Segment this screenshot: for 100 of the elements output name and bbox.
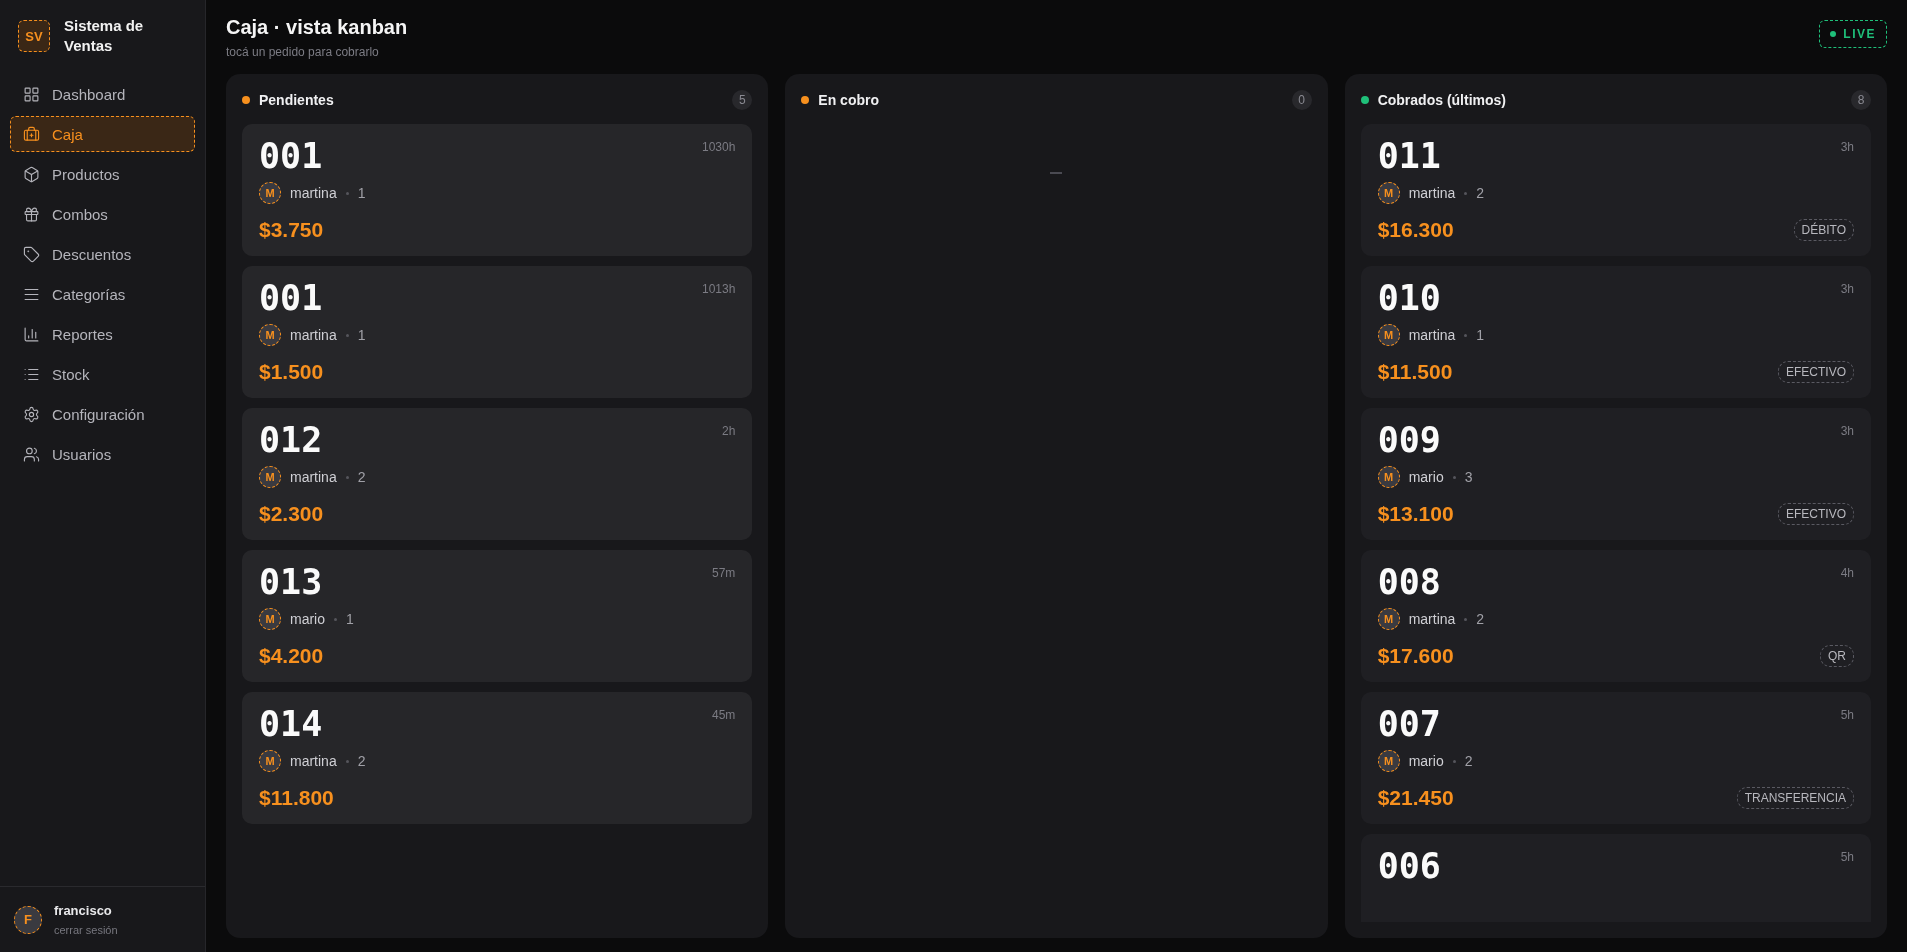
- settings-icon: [23, 405, 40, 423]
- separator-dot: [345, 333, 349, 337]
- item-count: 2: [357, 753, 366, 769]
- order-card[interactable]: 012 2h M martina 2 $2.300: [242, 408, 753, 540]
- nav-label: Reportes: [52, 325, 113, 343]
- brand-logo: SV: [18, 20, 50, 52]
- waiter-avatar: M: [1377, 466, 1400, 488]
- nav-item[interactable]: Descuentos: [10, 236, 195, 272]
- order-age: 2h: [721, 424, 736, 438]
- nav-item[interactable]: Dashboard: [10, 76, 195, 112]
- item-count: 1: [357, 185, 366, 201]
- nav-label: Productos: [52, 165, 120, 183]
- order-card[interactable]: 011 3h M martina 2 $16.300 DÉBITO: [1360, 124, 1871, 256]
- users-icon: [23, 445, 40, 463]
- separator-dot: [1464, 617, 1468, 621]
- live-badge: LIVE: [1819, 20, 1887, 48]
- order-card[interactable]: 001 1013h M martina 1 $1.500: [242, 266, 753, 398]
- waiter-name: martina: [1408, 327, 1456, 343]
- order-number: 010: [1377, 278, 1441, 318]
- waiter-name: mario: [1408, 753, 1444, 769]
- nav-item[interactable]: Caja: [10, 116, 195, 152]
- order-total: $4.200: [259, 644, 324, 668]
- order-total: $21.450: [1377, 786, 1454, 810]
- nav-label: Caja: [52, 125, 83, 143]
- order-total: $1.500: [259, 360, 324, 384]
- waiter-avatar: M: [1377, 750, 1400, 772]
- separator-dot: [1464, 333, 1468, 337]
- nav-item[interactable]: Combos: [10, 196, 195, 232]
- order-total: $13.100: [1377, 502, 1454, 526]
- waiter-avatar: M: [1377, 324, 1400, 346]
- tag-icon: [23, 245, 40, 263]
- item-count: 1: [346, 611, 354, 627]
- order-card[interactable]: 010 3h M martina 1 $11.500 EFECTIVO: [1360, 266, 1871, 398]
- order-age: 3h: [1840, 282, 1854, 296]
- waiter-name: mario: [290, 611, 325, 627]
- order-number: 001: [259, 278, 323, 318]
- separator-dot: [1452, 475, 1456, 479]
- empty-placeholder-line: [1050, 172, 1063, 174]
- order-total: $2.300: [259, 502, 324, 526]
- order-total: $3.750: [259, 218, 324, 242]
- waiter-avatar: M: [1377, 608, 1400, 630]
- logout-link[interactable]: cerrar sesión: [54, 924, 118, 936]
- order-number: 009: [1377, 420, 1441, 460]
- nav-item[interactable]: Stock: [10, 356, 195, 392]
- nav-label: Categorías: [52, 285, 126, 303]
- page-subtitle: tocá un pedido para cobrarlo: [226, 45, 380, 59]
- waiter-avatar: M: [259, 608, 281, 630]
- order-number: 007: [1377, 704, 1441, 744]
- separator-dot: [1464, 191, 1468, 195]
- item-count: 2: [1476, 185, 1485, 201]
- waiter-avatar: M: [259, 750, 281, 772]
- separator-dot: [345, 759, 349, 763]
- order-card[interactable]: 006 5h: [1360, 834, 1871, 922]
- order-total: $16.300: [1377, 218, 1454, 242]
- item-count: 1: [357, 327, 366, 343]
- nav-item[interactable]: Reportes: [10, 316, 195, 352]
- order-number: 011: [1377, 136, 1441, 176]
- order-card[interactable]: 007 5h M mario 2 $21.450 TRANSFERENCIA: [1360, 692, 1871, 824]
- box-icon: [23, 165, 40, 183]
- separator-dot: [1452, 759, 1456, 763]
- order-card[interactable]: 014 45m M martina 2 $11.800: [242, 692, 753, 824]
- nav-item[interactable]: Configuración: [10, 396, 195, 432]
- order-card[interactable]: 009 3h M mario 3 $13.100 EFECTIVO: [1360, 408, 1871, 540]
- order-total: $11.500: [1377, 360, 1453, 384]
- bar-chart-icon: [23, 325, 40, 343]
- item-count: 2: [357, 469, 366, 485]
- column-title: En cobro: [818, 92, 880, 108]
- nav-item[interactable]: Categorías: [10, 276, 195, 312]
- order-age: 4h: [1840, 566, 1854, 580]
- item-count: 2: [1476, 611, 1485, 627]
- item-count: 1: [1476, 327, 1485, 343]
- page-title: Caja · vista kanban: [226, 16, 408, 39]
- brand-name: Sistema de Ventas: [64, 16, 145, 56]
- waiter-avatar: M: [259, 182, 281, 204]
- item-count: 3: [1464, 469, 1473, 485]
- user-name: francisco: [54, 903, 113, 918]
- nav-item[interactable]: Productos: [10, 156, 195, 192]
- column-count: 5: [732, 90, 753, 110]
- nav-label: Dashboard: [52, 85, 126, 103]
- waiter-name: mario: [1408, 469, 1444, 485]
- waiter-name: martina: [290, 753, 337, 769]
- separator-dot: [345, 191, 349, 195]
- order-age: 5h: [1840, 708, 1854, 722]
- waiter-name: martina: [290, 327, 337, 343]
- order-card[interactable]: 001 1030h M martina 1 $3.750: [242, 124, 753, 256]
- nav-label: Stock: [52, 365, 90, 383]
- user-avatar: F: [14, 905, 42, 934]
- waiter-name: martina: [290, 185, 337, 201]
- order-card[interactable]: 008 4h M martina 2 $17.600 QR: [1360, 550, 1871, 682]
- nav-item[interactable]: Usuarios: [10, 436, 195, 472]
- grid-icon: [23, 85, 40, 103]
- nav-label: Descuentos: [52, 245, 132, 263]
- gift-icon: [23, 205, 40, 223]
- order-age: 45m: [712, 708, 736, 722]
- waiter-avatar: M: [259, 466, 281, 488]
- order-total: $17.600: [1377, 644, 1454, 668]
- column-count: 8: [1851, 90, 1871, 110]
- column-title: Pendientes: [259, 92, 335, 108]
- order-age: 3h: [1840, 424, 1854, 438]
- order-card[interactable]: 013 57m M mario 1 $4.200: [242, 550, 753, 682]
